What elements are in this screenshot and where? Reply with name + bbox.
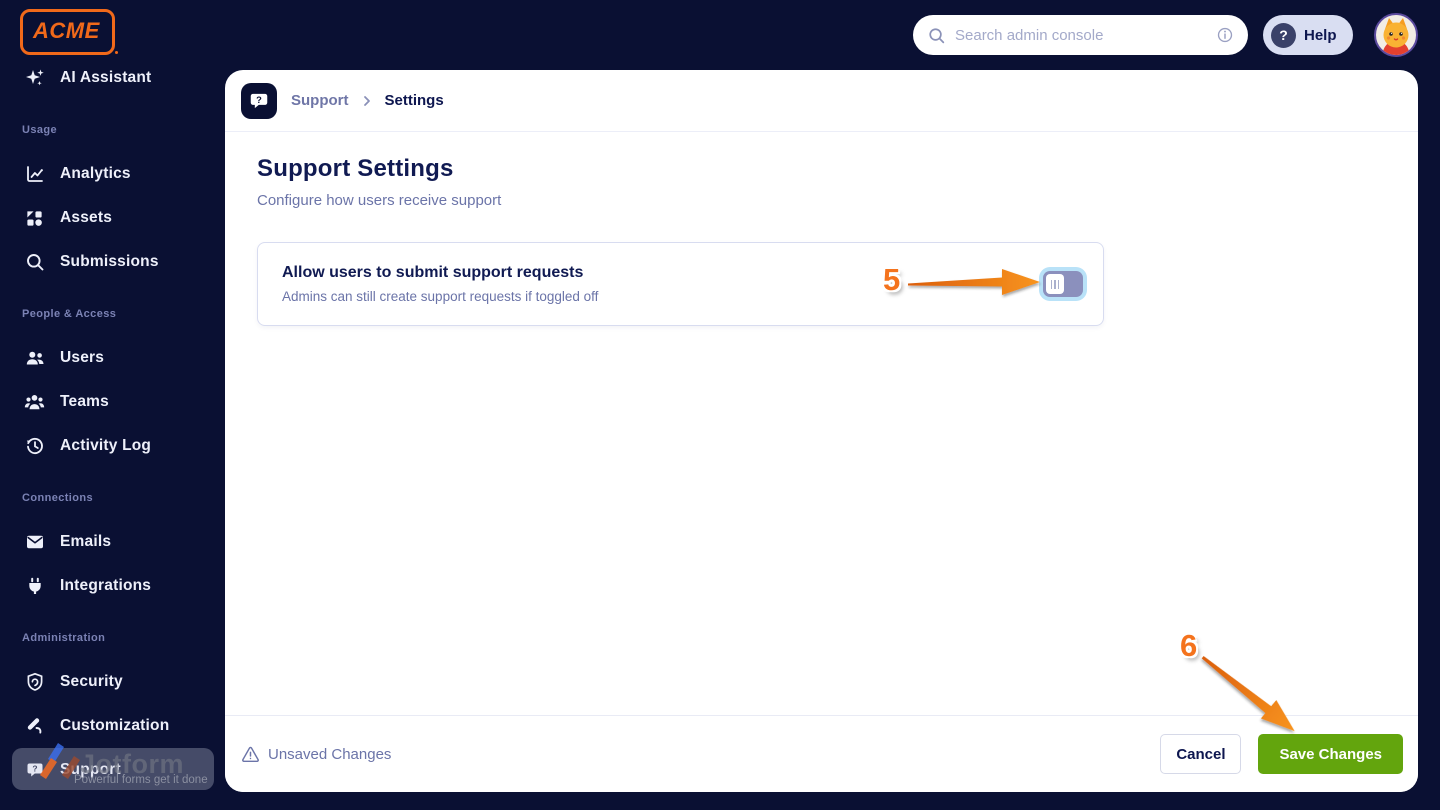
avatar[interactable] — [1374, 13, 1418, 57]
sidebar-item-label: Integrations — [60, 577, 152, 594]
sidebar-item-users[interactable]: Users — [0, 336, 225, 380]
customization-icon — [24, 716, 45, 737]
search-input[interactable] — [955, 26, 1216, 44]
sidebar-item-label: AI Assistant — [60, 69, 152, 86]
submissions-icon — [24, 252, 45, 273]
sidebar-item-label: Users — [60, 349, 105, 366]
sidebar-item-label: Security — [60, 673, 123, 690]
chevron-right-icon — [361, 95, 373, 107]
svg-text:?: ? — [256, 94, 262, 104]
sidebar-item-ai-assistant[interactable]: AI Assistant — [0, 56, 225, 100]
support-requests-setting-card: Allow users to submit support requests A… — [257, 242, 1104, 326]
sidebar-item-label: Customization — [60, 717, 170, 734]
sidebar-item-label: Support — [60, 761, 121, 778]
sidebar-item-support[interactable]: ? Support — [0, 748, 225, 792]
main-panel: ? Support Settings Support Settings Conf… — [225, 70, 1418, 792]
setting-description: Admins can still create support requests… — [282, 289, 599, 304]
breadcrumb: ? Support Settings — [225, 70, 1418, 132]
panel-footer: Unsaved Changes Cancel Save Changes — [225, 715, 1418, 792]
allow-support-requests-toggle[interactable] — [1043, 271, 1083, 297]
annotation-number-6: 6 — [1180, 628, 1198, 663]
status-text: Unsaved Changes — [268, 745, 392, 763]
svg-text:?: ? — [32, 764, 37, 774]
breadcrumb-current: Settings — [384, 92, 444, 109]
page-subtitle: Configure how users receive support — [257, 192, 502, 209]
help-button[interactable]: ? Help — [1263, 15, 1353, 55]
sidebar-section-usage: Usage — [22, 124, 58, 136]
setting-title: Allow users to submit support requests — [282, 264, 584, 281]
help-question-icon: ? — [1271, 22, 1296, 48]
sidebar-item-customization[interactable]: Customization — [0, 704, 225, 748]
sidebar-item-emails[interactable]: Emails — [0, 520, 225, 564]
sidebar-item-assets[interactable]: Assets — [0, 196, 225, 240]
page-title: Support Settings — [257, 155, 454, 182]
users-icon — [24, 348, 45, 369]
sidebar-item-analytics[interactable]: Analytics — [0, 152, 225, 196]
unsaved-changes-status: Unsaved Changes — [241, 745, 391, 764]
info-icon[interactable] — [1216, 26, 1234, 44]
warning-icon — [241, 745, 260, 764]
sidebar-item-activity-log[interactable]: Activity Log — [0, 424, 225, 468]
toggle-knob — [1046, 274, 1064, 294]
security-icon — [24, 672, 45, 693]
sidebar-item-label: Emails — [60, 533, 112, 550]
sidebar: AI Assistant Usage Analytics Assets Subm… — [0, 0, 225, 810]
annotation-number-5: 5 — [883, 262, 901, 297]
emails-icon — [24, 532, 45, 553]
sidebar-item-label: Activity Log — [60, 437, 152, 454]
sidebar-item-integrations[interactable]: Integrations — [0, 564, 225, 608]
teams-icon — [24, 392, 45, 413]
cancel-button[interactable]: Cancel — [1160, 734, 1242, 774]
sidebar-item-label: Submissions — [60, 253, 159, 270]
search-bar — [913, 15, 1248, 55]
sparkles-icon — [24, 68, 45, 89]
support-breadcrumb-icon: ? — [241, 82, 277, 119]
analytics-icon — [24, 164, 45, 185]
sidebar-item-teams[interactable]: Teams — [0, 380, 225, 424]
help-label: Help — [1304, 26, 1337, 44]
sidebar-item-security[interactable]: Security — [0, 660, 225, 704]
assets-icon — [24, 208, 45, 229]
sidebar-section-people-access: People & Access — [22, 308, 117, 320]
sidebar-item-label: Analytics — [60, 165, 131, 182]
breadcrumb-support-link[interactable]: Support — [291, 92, 349, 109]
sidebar-item-submissions[interactable]: Submissions — [0, 240, 225, 284]
search-icon — [927, 26, 946, 45]
activity-log-icon — [24, 436, 45, 457]
sidebar-section-connections: Connections — [22, 492, 94, 504]
sidebar-item-label: Teams — [60, 393, 109, 410]
sidebar-section-administration: Administration — [22, 632, 106, 644]
save-changes-button[interactable]: Save Changes — [1258, 734, 1403, 774]
integrations-icon — [24, 576, 45, 597]
sidebar-item-label: Assets — [60, 209, 113, 226]
support-icon: ? — [24, 760, 45, 781]
